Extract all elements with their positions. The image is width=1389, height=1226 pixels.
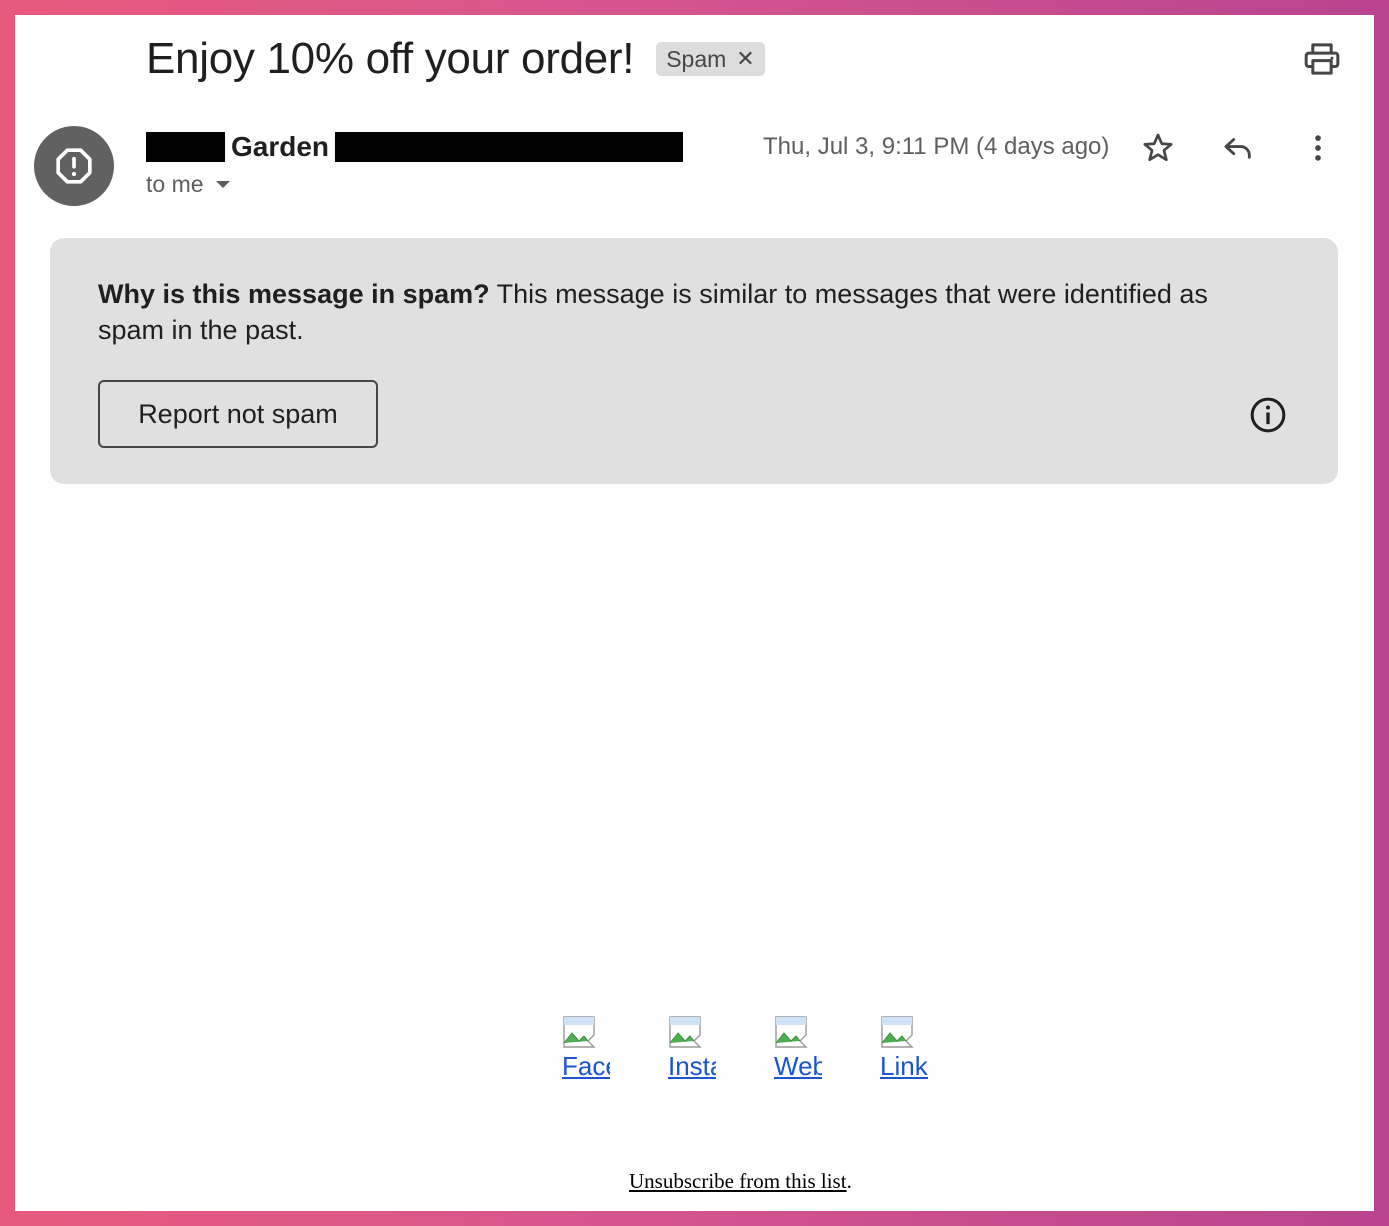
sender-row: Garden	[146, 129, 684, 165]
facebook-link[interactable]: Facebook	[562, 1051, 610, 1082]
close-icon[interactable]: ✕	[736, 46, 754, 72]
website-link[interactable]: Website	[774, 1051, 822, 1082]
unsubscribe-footer: Unsubscribe from this list.	[629, 1169, 852, 1194]
spam-notice: Why is this message in spam? This messag…	[50, 238, 1338, 484]
warning-icon	[56, 148, 92, 184]
star-button[interactable]	[1136, 126, 1180, 170]
recipient-dropdown[interactable]: to me	[146, 171, 230, 198]
social-link-item: Instagram	[668, 1015, 774, 1082]
reply-button[interactable]	[1216, 126, 1260, 170]
social-link-item: LinkedIn	[880, 1015, 986, 1082]
broken-image-icon	[563, 1016, 596, 1048]
broken-image-icon	[669, 1016, 702, 1048]
star-icon	[1143, 133, 1173, 162]
instagram-link[interactable]: Instagram	[668, 1051, 716, 1082]
broken-image-icon	[881, 1016, 914, 1048]
social-link-item: Facebook	[562, 1015, 668, 1082]
sender-avatar	[34, 126, 114, 206]
broken-image-icon	[775, 1016, 808, 1048]
reply-icon	[1224, 138, 1251, 159]
linkedin-link[interactable]: LinkedIn	[880, 1051, 928, 1082]
social-link-item: Website	[774, 1015, 880, 1082]
print-button[interactable]	[1302, 39, 1342, 79]
more-vert-icon	[1315, 135, 1321, 161]
email-window: Enjoy 10% off your order! Spam ✕ Garden …	[15, 15, 1374, 1211]
info-button[interactable]	[1248, 395, 1288, 435]
more-options-button[interactable]	[1296, 126, 1340, 170]
spam-notice-text: Why is this message in spam? This messag…	[98, 276, 1258, 348]
label-text: Spam	[666, 45, 727, 72]
subject-row: Enjoy 10% off your order! Spam ✕	[146, 33, 765, 85]
sender-name: Garden	[231, 131, 330, 162]
spam-notice-heading: Why is this message in spam?	[98, 279, 490, 309]
social-links: Facebook Instagram Website Li	[562, 1015, 986, 1082]
spam-label-chip[interactable]: Spam ✕	[656, 42, 765, 76]
info-icon	[1250, 397, 1286, 433]
email-subject: Enjoy 10% off your order!	[146, 34, 635, 83]
redacted-block	[146, 132, 225, 162]
email-date: Thu, Jul 3, 9:11 PM (4 days ago)	[763, 133, 1110, 160]
redacted-block	[335, 132, 684, 162]
recipient-text: to me	[146, 171, 204, 197]
unsubscribe-suffix: .	[846, 1169, 852, 1193]
caret-down-icon	[215, 181, 230, 188]
print-icon	[1304, 43, 1340, 75]
report-not-spam-button[interactable]: Report not spam	[98, 380, 378, 448]
unsubscribe-link[interactable]: Unsubscribe from this list	[629, 1169, 847, 1193]
